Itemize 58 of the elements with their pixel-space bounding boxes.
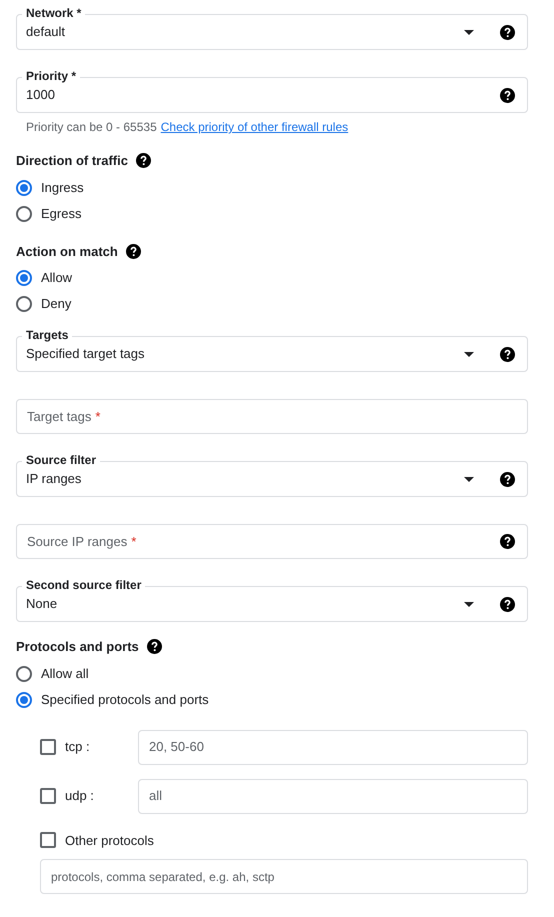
dropdown-caret-icon xyxy=(464,30,474,34)
field-label: Second source filter xyxy=(22,578,146,592)
section-heading: Direction of traffic xyxy=(16,152,128,170)
input-field[interactable]: Target tags * xyxy=(16,399,528,434)
section-heading: Action on match xyxy=(16,242,118,260)
placeholder-text: 20, 50-60 xyxy=(149,738,204,756)
protocol-label: tcp : xyxy=(65,738,91,756)
protocol-label: udp : xyxy=(65,787,95,806)
section-heading: Protocols and ports xyxy=(16,638,139,656)
radio-button[interactable] xyxy=(16,180,32,196)
placeholder-text: protocols, comma separated, e.g. ah, sctp xyxy=(51,868,274,886)
field-value: None xyxy=(26,595,58,614)
checkbox[interactable] xyxy=(40,832,56,848)
help-icon[interactable] xyxy=(500,24,515,40)
radio-label: Specified protocols and ports xyxy=(41,690,209,709)
radio-label: Deny xyxy=(41,295,72,314)
field-value: Specified target tags xyxy=(26,345,146,364)
placeholder-text: all xyxy=(149,787,162,806)
radio-label: Allow all xyxy=(41,664,89,683)
help-icon[interactable] xyxy=(126,244,141,259)
field-label: Targets xyxy=(22,328,72,342)
help-icon[interactable] xyxy=(500,472,515,486)
field-value: IP ranges xyxy=(26,470,82,488)
field-value: 1000 xyxy=(26,86,56,104)
protocols-field[interactable]: protocols, comma separated, e.g. ah, sctp xyxy=(40,859,528,894)
field-label: Source filter xyxy=(22,453,100,467)
field-label: Network * xyxy=(22,6,86,20)
radio-button[interactable] xyxy=(16,206,32,222)
protocol-label: Other protocols xyxy=(65,832,154,850)
priority-link[interactable]: Check priority of other firewall rules xyxy=(160,118,348,136)
dropdown-caret-icon xyxy=(464,352,474,356)
ports-field[interactable]: 20, 50-60 xyxy=(138,730,528,764)
help-icon[interactable] xyxy=(500,88,515,102)
checkbox[interactable] xyxy=(40,739,56,755)
dropdown-caret-icon xyxy=(464,602,474,606)
placeholder-text: Target tags xyxy=(27,408,92,426)
ports-field[interactable]: all xyxy=(138,778,528,814)
placeholder-text: Source IP ranges xyxy=(27,532,128,551)
help-icon[interactable] xyxy=(500,346,515,362)
required-mark: * xyxy=(131,532,136,551)
radio-button[interactable] xyxy=(16,296,32,312)
dropdown-caret-icon xyxy=(464,476,474,482)
help-icon[interactable] xyxy=(500,534,515,549)
help-icon[interactable] xyxy=(500,596,515,612)
input-field[interactable]: Source IP ranges * xyxy=(16,524,528,559)
help-icon[interactable] xyxy=(146,639,162,654)
radio-label: Ingress xyxy=(41,178,84,197)
radio-label: Egress xyxy=(41,204,82,223)
checkbox[interactable] xyxy=(40,788,56,804)
radio-button[interactable] xyxy=(16,666,32,682)
field-value: default xyxy=(26,23,66,42)
hint-text: Priority can be 0 - 65535 xyxy=(26,119,157,136)
help-icon[interactable] xyxy=(136,153,151,168)
radio-button[interactable] xyxy=(16,692,32,708)
required-mark: * xyxy=(95,408,100,426)
radio-label: Allow xyxy=(41,269,72,288)
field-label: Priority * xyxy=(22,69,80,83)
radio-button[interactable] xyxy=(16,270,32,286)
